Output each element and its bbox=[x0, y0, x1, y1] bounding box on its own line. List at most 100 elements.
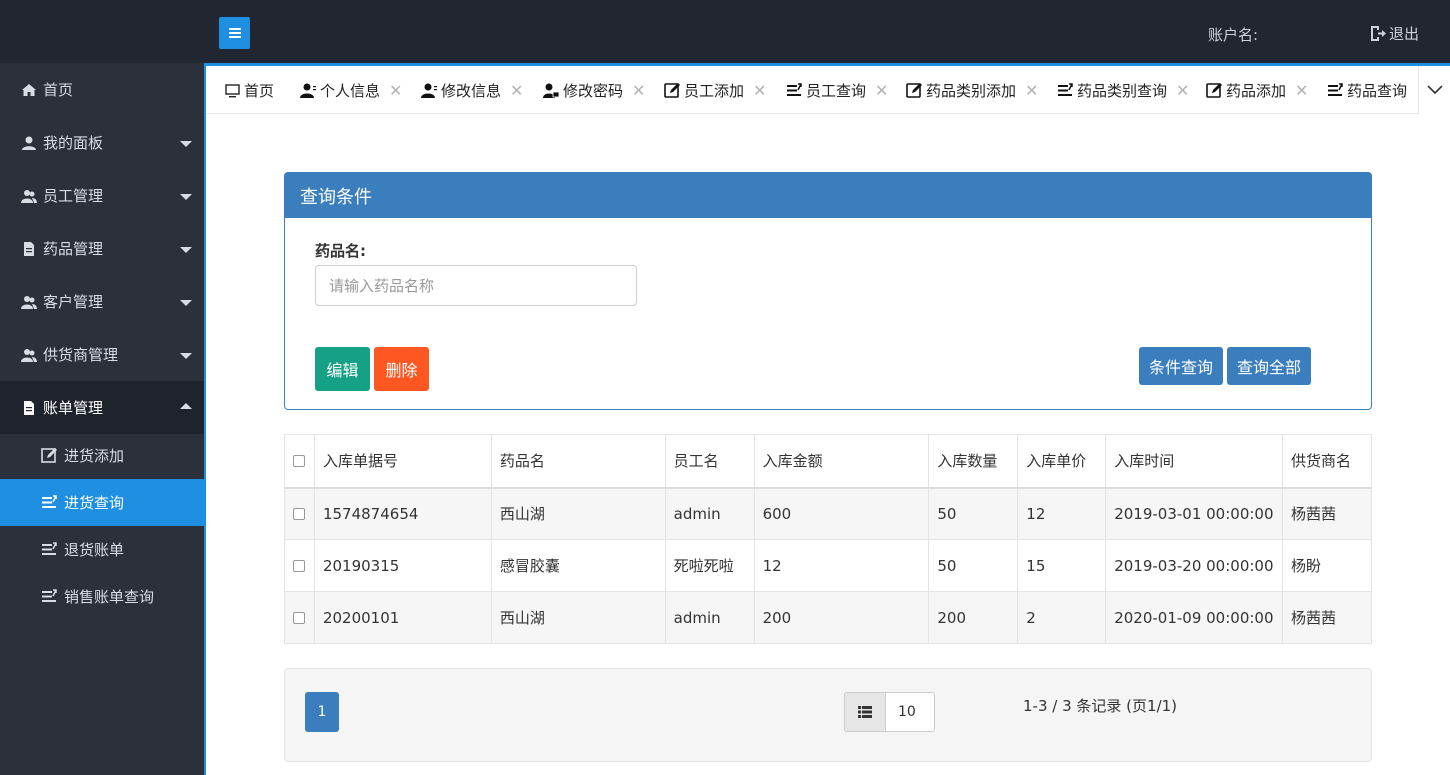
sidebar-item-billing[interactable]: 账单管理 bbox=[0, 381, 204, 434]
row-checkbox[interactable] bbox=[284, 487, 315, 540]
close-icon[interactable]: ✕ bbox=[1176, 81, 1189, 100]
list-icon bbox=[786, 82, 803, 99]
tab-drug-category-add[interactable]: 药品类别添加 ✕ bbox=[906, 78, 1038, 102]
edit-button[interactable]: 编辑 bbox=[315, 347, 370, 391]
user-card-icon bbox=[300, 82, 317, 99]
edit-icon bbox=[906, 82, 923, 99]
tab-drug-query[interactable]: 药品查询 bbox=[1327, 78, 1407, 102]
sidebar-subitem-purchase-query[interactable]: 进货查询 bbox=[0, 479, 204, 526]
page-size-value[interactable]: 10 bbox=[885, 692, 935, 732]
close-icon[interactable]: ✕ bbox=[1025, 81, 1038, 100]
row-checkbox[interactable] bbox=[284, 591, 315, 644]
sidebar-subitem-purchase-add[interactable]: 进货添加 bbox=[0, 432, 204, 479]
table-cell: 200 bbox=[928, 591, 1019, 644]
checkbox-icon[interactable] bbox=[293, 560, 306, 572]
sidebar-item-customers[interactable]: 客户管理 bbox=[0, 275, 204, 328]
tab-edit-info[interactable]: 修改信息 ✕ bbox=[421, 78, 523, 102]
tab-label: 药品类别查询 bbox=[1077, 81, 1168, 100]
sidebar-item-my-panel[interactable]: 我的面板 bbox=[0, 116, 204, 169]
sidebar-item-home[interactable]: 首页 bbox=[0, 63, 204, 116]
logout-icon bbox=[1371, 26, 1386, 41]
tab-personal-info[interactable]: 个人信息 ✕ bbox=[300, 78, 402, 102]
row-checkbox[interactable] bbox=[284, 539, 315, 592]
sidebar-item-label: 客户管理 bbox=[43, 293, 104, 311]
tab-staff-add[interactable]: 员工添加 ✕ bbox=[664, 78, 766, 102]
sidebar-subitem-returns[interactable]: 退货账单 bbox=[0, 526, 204, 573]
file-icon bbox=[21, 400, 37, 416]
tab-staff-query[interactable]: 员工查询 ✕ bbox=[786, 78, 888, 102]
tab-more-button[interactable] bbox=[1418, 66, 1450, 114]
close-icon[interactable]: ✕ bbox=[875, 81, 888, 100]
tab-change-password[interactable]: 修改密码 ✕ bbox=[543, 78, 645, 102]
sidebar-item-suppliers[interactable]: 供货商管理 bbox=[0, 328, 204, 381]
search-all-button[interactable]: 查询全部 bbox=[1227, 347, 1311, 385]
sidebar-item-label: 供货商管理 bbox=[43, 346, 119, 364]
column-header: 入库时间 bbox=[1105, 434, 1284, 489]
table-cell: 50 bbox=[928, 539, 1019, 592]
tab-drug-category-query[interactable]: 药品类别查询 ✕ bbox=[1057, 78, 1189, 102]
logout-label: 退出 bbox=[1389, 25, 1420, 43]
table-cell: 1574874654 bbox=[313, 487, 492, 540]
close-icon[interactable]: ✕ bbox=[753, 81, 766, 100]
menu-toggle-button[interactable] bbox=[219, 17, 250, 49]
tab-label: 药品查询 bbox=[1347, 81, 1408, 100]
tab-label: 药品添加 bbox=[1226, 81, 1287, 100]
column-header: 入库单价 bbox=[1017, 434, 1107, 489]
close-icon[interactable]: ✕ bbox=[1295, 81, 1308, 100]
user-lock-icon bbox=[543, 82, 560, 99]
logout-button[interactable]: 退出 bbox=[1369, 23, 1419, 44]
user-card-icon bbox=[421, 82, 438, 99]
table-cell: 2019-03-20 00:00:00 bbox=[1105, 539, 1284, 592]
list-icon bbox=[1327, 82, 1344, 99]
tab-label: 药品类别添加 bbox=[926, 81, 1017, 100]
conditional-search-button[interactable]: 条件查询 bbox=[1139, 347, 1223, 385]
table-cell: 12 bbox=[1017, 487, 1107, 540]
users-icon bbox=[21, 188, 37, 204]
checkbox-icon[interactable] bbox=[293, 612, 306, 624]
table-cell: 杨盼 bbox=[1282, 539, 1372, 592]
table-cell: 感冒胶囊 bbox=[490, 539, 666, 592]
tab-label: 修改信息 bbox=[441, 81, 502, 100]
tab-home[interactable]: 首页 bbox=[224, 78, 274, 102]
chevron-down-icon bbox=[180, 247, 192, 253]
home-icon bbox=[21, 82, 37, 98]
sidebar-subitem-sales-query[interactable]: 销售账单查询 bbox=[0, 573, 204, 620]
users-icon bbox=[21, 294, 37, 310]
column-header: 入库数量 bbox=[928, 434, 1019, 489]
table-row[interactable]: 20190315 感冒胶囊 死啦死啦 12 50 15 2019-03-20 0… bbox=[284, 539, 1372, 592]
delete-button[interactable]: 删除 bbox=[374, 347, 429, 391]
tab-drug-add[interactable]: 药品添加 ✕ bbox=[1206, 78, 1308, 102]
table-row[interactable]: 20200101 西山湖 admin 200 200 2 2020-01-09 … bbox=[284, 591, 1372, 644]
sidebar-item-label: 药品管理 bbox=[43, 240, 104, 258]
close-icon[interactable]: ✕ bbox=[389, 81, 402, 100]
user-icon bbox=[21, 135, 37, 151]
column-header: 员工名 bbox=[664, 434, 755, 489]
table-cell: 20200101 bbox=[313, 591, 492, 644]
panel-title: 查询条件 bbox=[285, 173, 1371, 218]
checkbox-icon[interactable] bbox=[293, 455, 306, 468]
list-icon bbox=[41, 588, 58, 605]
drug-name-input[interactable] bbox=[315, 265, 637, 306]
table-cell: 2 bbox=[1017, 591, 1107, 644]
table-cell: 20190315 bbox=[313, 539, 492, 592]
checkbox-icon[interactable] bbox=[293, 508, 306, 521]
sidebar-item-drugs[interactable]: 药品管理 bbox=[0, 222, 204, 275]
monitor-icon bbox=[224, 82, 241, 99]
select-all-checkbox[interactable] bbox=[284, 434, 315, 489]
column-header: 药品名 bbox=[490, 434, 666, 489]
sidebar-item-staff[interactable]: 员工管理 bbox=[0, 169, 204, 222]
record-count-info: 1-3 / 3 条记录 (页1/1) bbox=[1023, 697, 1178, 715]
top-bar: 账户名: 退出 bbox=[0, 0, 1450, 63]
page-button-current[interactable]: 1 bbox=[305, 692, 339, 732]
table-cell: 2019-03-01 00:00:00 bbox=[1105, 487, 1284, 540]
table-cell: 200 bbox=[753, 591, 930, 644]
table-cell: admin bbox=[664, 487, 755, 540]
table-cell: admin bbox=[664, 591, 755, 644]
chevron-down-icon bbox=[180, 141, 192, 147]
close-icon[interactable]: ✕ bbox=[510, 81, 523, 100]
close-icon[interactable]: ✕ bbox=[632, 81, 645, 100]
page-size-selector[interactable] bbox=[844, 692, 886, 732]
list-icon bbox=[41, 494, 58, 511]
tab-strip: 首页 个人信息 ✕ 修改信息 ✕ 修改密码 ✕ 员工添加 ✕ 员工查询 ✕ 药品… bbox=[206, 63, 1450, 114]
table-row[interactable]: 1574874654 西山湖 admin 600 50 12 2019-03-0… bbox=[284, 487, 1372, 540]
